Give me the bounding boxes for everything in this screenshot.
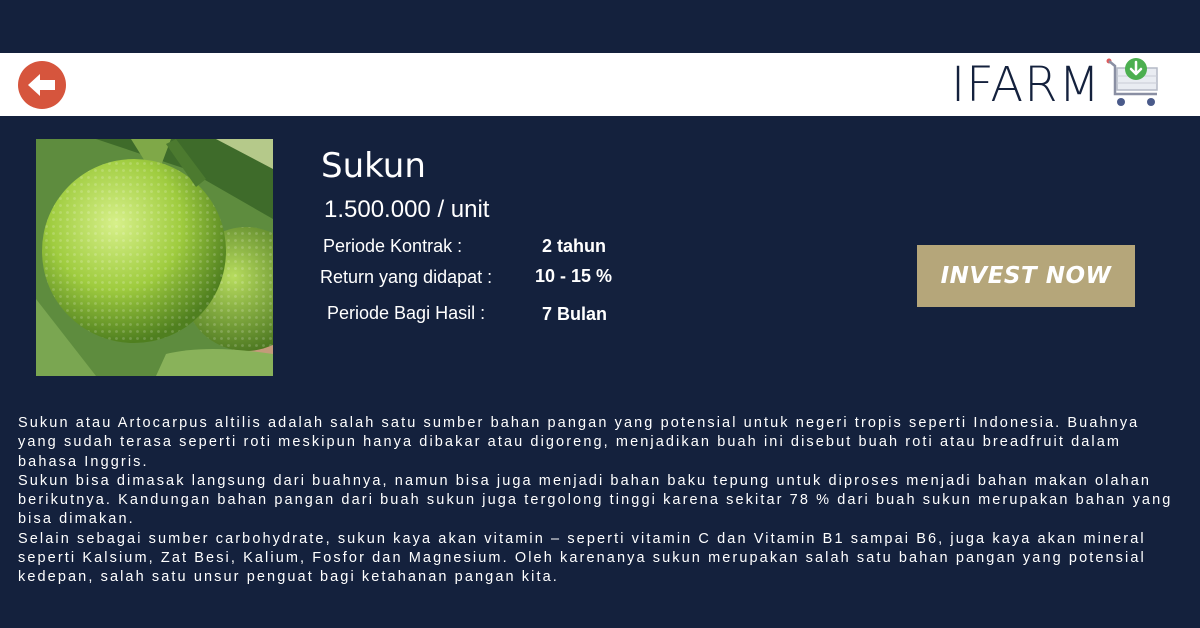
cart-button[interactable] <box>1105 58 1163 112</box>
profit-sharing-value: 7 Bulan <box>542 304 608 324</box>
product-description: Sukun atau Artocarpus altilis adalah sal… <box>18 414 1183 588</box>
description-paragraph: Sukun atau Artocarpus altilis adalah sal… <box>18 415 1140 470</box>
return-label: Return yang didapat : <box>320 267 493 287</box>
description-paragraph: Sukun bisa dimasak langsung dari buahnya… <box>18 472 1173 528</box>
invest-now-button[interactable]: INVEST NOW <box>917 245 1135 307</box>
app-logo: IFARM <box>951 57 1101 113</box>
product-title: Sukun <box>321 146 426 186</box>
contract-period-value: 2 tahun <box>542 236 607 256</box>
contract-period-label: Periode Kontrak : <box>323 236 463 256</box>
profit-sharing-label: Periode Bagi Hasil : <box>327 303 486 323</box>
return-value: 10 - 15 % <box>535 266 613 286</box>
product-price: 1.500.000 / unit <box>324 196 490 223</box>
description-paragraph: Selain sebagai sumber carbohydrate, suku… <box>18 530 1146 586</box>
back-button[interactable] <box>18 61 66 109</box>
cart-download-icon <box>1106 58 1158 106</box>
arrow-left-icon <box>28 74 55 96</box>
top-bar: IFARM <box>0 53 1200 116</box>
product-image <box>36 139 273 376</box>
